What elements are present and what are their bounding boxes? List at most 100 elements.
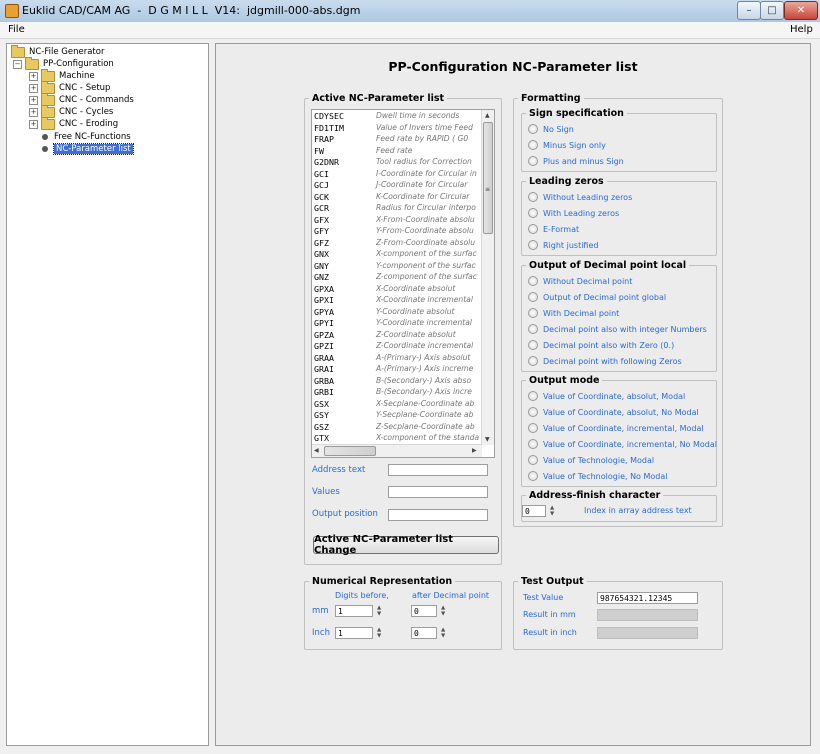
- menu-help[interactable]: Help: [790, 24, 813, 35]
- inch-digits-after-input[interactable]: 0: [411, 627, 437, 639]
- list-item[interactable]: GRBI B-(Secondary-) Axis incre: [312, 387, 482, 399]
- radio-coord-incremental-modal[interactable]: Value of Coordinate, incremental, Modal: [528, 422, 704, 434]
- radio-right-justified[interactable]: Right justified: [528, 239, 598, 251]
- list-item[interactable]: GPZA Z-Coordinate absolut: [312, 330, 482, 342]
- list-item[interactable]: GSY Y-Secplane-Coordinate ab: [312, 410, 482, 422]
- tree-item-free-nc-functions[interactable]: Free NC-Functions: [39, 131, 131, 143]
- radio-minus-sign-only[interactable]: Minus Sign only: [528, 139, 606, 151]
- list-item[interactable]: GFZ Z-From-Coordinate absolu: [312, 238, 482, 250]
- scroll-thumb[interactable]: [483, 122, 493, 234]
- tree-item-machine[interactable]: + Machine: [29, 68, 95, 82]
- radio-decimal-following-zeros[interactable]: Decimal point with following Zeros: [528, 355, 682, 367]
- list-item[interactable]: GSZ Z-Secplane-Coordinate ab: [312, 422, 482, 434]
- radio-decimal-integer-numbers[interactable]: Decimal point also with integer Numbers: [528, 323, 707, 335]
- values-field[interactable]: [388, 486, 488, 498]
- list-item[interactable]: GPYI Y-Coordinate incremental: [312, 318, 482, 330]
- radio-without-decimal-point[interactable]: Without Decimal point: [528, 275, 632, 287]
- radio-decimal-with-zero[interactable]: Decimal point also with Zero (0.): [528, 339, 674, 351]
- scroll-down-icon[interactable]: ▼: [485, 436, 490, 443]
- list-item[interactable]: GTX X-component of the standa: [312, 433, 482, 445]
- radio-coord-incremental-no-modal[interactable]: Value of Coordinate, incremental, No Mod…: [528, 438, 717, 450]
- radio-with-decimal-point[interactable]: With Decimal point: [528, 307, 619, 319]
- parameter-code: GCI: [314, 168, 329, 179]
- collapse-icon[interactable]: −: [13, 59, 22, 69]
- parameter-list[interactable]: CDYSEC Dwell time in seconds FD1TIM Value o…: [311, 109, 495, 458]
- expand-icon[interactable]: +: [29, 83, 38, 93]
- minimize-button[interactable]: –: [737, 1, 761, 20]
- tree-item-nc-parameter-list[interactable]: NC-Parameter list: [39, 143, 134, 155]
- parameter-description: Radius for Circular interpo: [376, 203, 476, 212]
- list-item[interactable]: GPXI X-Coordinate incremental: [312, 295, 482, 307]
- test-value-input[interactable]: 987654321.12345: [597, 592, 698, 604]
- tree-pp-configuration[interactable]: − PP-Configuration: [13, 56, 114, 70]
- list-item[interactable]: GNX X-component of the surfac: [312, 249, 482, 261]
- list-item[interactable]: GRBA B-(Secondary-) Axis abso: [312, 376, 482, 388]
- list-item[interactable]: GPZI Z-Coordinate incremental: [312, 341, 482, 353]
- radio-icon: [528, 356, 538, 366]
- expand-icon[interactable]: +: [29, 107, 38, 117]
- list-item[interactable]: FD1TIM Value of Invers time Feed: [312, 123, 482, 135]
- radio-with-leading-zeros[interactable]: With Leading zeros: [528, 207, 619, 219]
- maximize-button[interactable]: □: [760, 1, 784, 20]
- expand-icon[interactable]: +: [29, 119, 38, 129]
- parameter-description: A-(Primary-) Axis absolut: [376, 352, 471, 362]
- address-finish-spinner-icon[interactable]: ▲ ▼: [550, 505, 554, 517]
- parameter-code: GNZ: [314, 272, 329, 282]
- scroll-left-icon[interactable]: ◀: [314, 447, 319, 454]
- list-item[interactable]: GRAI A-(Primary-) Axis increme: [312, 364, 482, 376]
- tree-item-cnc-eroding[interactable]: + CNC - Eroding: [29, 116, 118, 130]
- radio-without-leading-zeros[interactable]: Without Leading zeros: [528, 191, 632, 203]
- inch-digits-before-input[interactable]: 1: [335, 627, 373, 639]
- list-item[interactable]: GRAA A-(Primary-) Axis absolut: [312, 353, 482, 365]
- radio-coord-absolut-modal[interactable]: Value of Coordinate, absolut, Modal: [528, 390, 685, 402]
- radio-technologie-no-modal[interactable]: Value of Technologie, No Modal: [528, 470, 668, 482]
- mm-after-spinner-icon[interactable]: ▲ ▼: [441, 605, 445, 617]
- radio-plus-and-minus-sign[interactable]: Plus and minus Sign: [528, 155, 624, 167]
- inch-before-spinner-icon[interactable]: ▲ ▼: [377, 627, 381, 639]
- change-parameter-list-button[interactable]: Active NC-Parameter list Change: [313, 534, 499, 556]
- output-position-field[interactable]: [388, 509, 488, 521]
- address-finish-hint: Index in array address text: [584, 506, 692, 515]
- close-button[interactable]: ✕: [784, 1, 818, 20]
- inch-after-spinner-icon[interactable]: ▲ ▼: [441, 627, 445, 639]
- list-item[interactable]: GFY Y-From-Coordinate absolu: [312, 226, 482, 238]
- radio-decimal-point-global[interactable]: Output of Decimal point global: [528, 291, 666, 303]
- vertical-scrollbar[interactable]: ▲ ≡ ▼: [481, 110, 494, 445]
- expand-icon[interactable]: +: [29, 95, 38, 105]
- list-item[interactable]: GCI I-Coordinate for Circular in: [312, 169, 482, 181]
- list-item[interactable]: GNY Y-component of the surfac: [312, 261, 482, 273]
- list-item[interactable]: GNZ Z-component of the surfac: [312, 272, 482, 284]
- list-item[interactable]: GPXA X-Coordinate absolut: [312, 284, 482, 296]
- list-item[interactable]: GCK K-Coordinate for Circular: [312, 192, 482, 204]
- list-item[interactable]: FW Feed rate: [312, 146, 482, 158]
- list-item[interactable]: GCJ J-Coordinate for Circular: [312, 180, 482, 192]
- h-scroll-thumb[interactable]: [324, 446, 376, 456]
- output-position-label: Output position: [312, 509, 378, 519]
- radio-coord-absolut-no-modal[interactable]: Value of Coordinate, absolut, No Modal: [528, 406, 699, 418]
- radio-technologie-modal[interactable]: Value of Technologie, Modal: [528, 454, 654, 466]
- list-item[interactable]: FRAP Feed rate by RAPID ( G0: [312, 134, 482, 146]
- scroll-up-icon[interactable]: ▲: [485, 112, 490, 119]
- list-item[interactable]: G2DNR Tool radius for Correction: [312, 157, 482, 169]
- list-item[interactable]: GSX X-Secplane-Coordinate ab: [312, 399, 482, 411]
- parameter-description: Value of Invers time Feed: [376, 122, 473, 132]
- parameter-description: J-Coordinate for Circular: [376, 180, 468, 189]
- radio-e-format[interactable]: E-Format: [528, 223, 579, 235]
- mm-digits-before-input[interactable]: 1: [335, 605, 373, 617]
- mm-digits-after-input[interactable]: 0: [411, 605, 437, 617]
- address-finish-input[interactable]: 0: [522, 505, 546, 517]
- address-text-field[interactable]: [388, 464, 488, 476]
- mm-before-spinner-icon[interactable]: ▲ ▼: [377, 605, 381, 617]
- parameter-code: GSY: [314, 410, 329, 420]
- list-item[interactable]: GPYA Y-Coordinate absolut: [312, 307, 482, 319]
- grip-icon: ≡: [485, 186, 491, 193]
- expand-icon[interactable]: +: [29, 71, 38, 81]
- menu-file[interactable]: File: [8, 24, 25, 35]
- parameter-code: GSX: [314, 398, 329, 409]
- scroll-right-icon[interactable]: ▶: [472, 447, 477, 454]
- list-item[interactable]: CDYSEC Dwell time in seconds: [312, 111, 482, 123]
- list-item[interactable]: GCR Radius for Circular interpo: [312, 203, 482, 215]
- horizontal-scrollbar[interactable]: ◀ ▶: [312, 444, 482, 457]
- radio-no-sign[interactable]: No Sign: [528, 123, 574, 135]
- list-item[interactable]: GFX X-From-Coordinate absolu: [312, 215, 482, 227]
